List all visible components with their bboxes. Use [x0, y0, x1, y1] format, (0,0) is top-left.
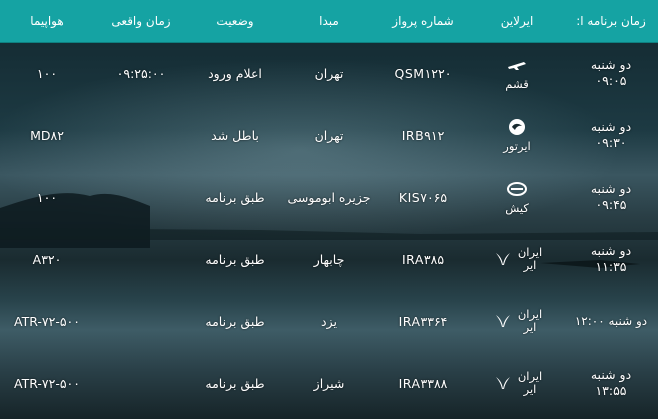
origin: شیراز: [313, 375, 345, 391]
scheduled-time-cell: دو شنبه ۰۹:۰۵: [564, 42, 658, 104]
airline-name: ایرتور: [503, 138, 531, 153]
iran-airtour-logo-icon: [506, 118, 528, 136]
flight-number: IRB۹۱۲: [401, 127, 445, 143]
actual-time: [94, 166, 188, 228]
airline-cell: ایران ایر: [470, 228, 564, 290]
scheduled-day: دو شنبه: [590, 243, 632, 258]
scheduled-time: ۱۱:۳۵: [595, 259, 627, 274]
header-airline[interactable]: ایرلاین: [470, 0, 564, 43]
flight-number: IRA۳۳۸۸: [398, 375, 448, 391]
status: طبق برنامه: [205, 375, 265, 391]
header-flight-number[interactable]: شماره پرواز: [376, 0, 470, 43]
actual-time: [94, 352, 188, 414]
iran-air-logo-icon: [492, 250, 514, 268]
aircraft: ۱۰۰: [36, 65, 58, 81]
actual-time: ۰۹:۲۵:۰۰: [116, 65, 166, 81]
table-row[interactable]: دو شنبه ۰۹:۰۵ قشم QSM۱۲۲۰ تهران اعلام ور…: [0, 42, 658, 104]
flight-number: KIS۷۰۶۵: [398, 189, 448, 205]
scheduled-day: دو شنبه: [590, 181, 632, 196]
flights-table: زمان برنامه ا: ایرلاین شماره پرواز مبدا …: [0, 0, 658, 414]
airline-cell: قشم: [470, 42, 564, 104]
iran-air-logo-icon: [492, 374, 514, 392]
airline-cell: ایرتور: [470, 104, 564, 166]
flight-number: IRA۳۸۵: [401, 251, 445, 267]
airline-name: قشم: [505, 76, 529, 91]
scheduled-time: ۱۳:۵۵: [595, 383, 627, 398]
aircraft: ATR-۷۲-۵۰۰: [14, 313, 80, 329]
status: طبق برنامه: [205, 313, 265, 329]
aircraft: ATR-۷۲-۵۰۰: [14, 375, 80, 391]
table-row[interactable]: دو شنبه ۱۲:۰۰ ایران ایر IRA۳۳۶۴ یزد طبق …: [0, 290, 658, 352]
table-row[interactable]: دو شنبه ۱۳:۵۵ ایران ایر IRA۳۳۸۸ شیراز طب…: [0, 352, 658, 414]
origin: یزد: [321, 313, 337, 329]
scheduled-day: دو شنبه: [590, 119, 632, 134]
scheduled-day-time: دو شنبه ۱۲:۰۰: [574, 314, 648, 328]
actual-time: [94, 290, 188, 352]
scheduled-time-cell: دو شنبه ۱۲:۰۰: [564, 290, 658, 352]
header-aircraft[interactable]: هواپیما: [0, 0, 94, 43]
aircraft: A۳۲۰: [32, 251, 62, 267]
kish-air-logo-icon: [506, 180, 528, 198]
scheduled-time-cell: دو شنبه ۰۹:۴۵: [564, 166, 658, 228]
iran-air-logo-icon: [492, 312, 514, 330]
table-row[interactable]: دو شنبه ۰۹:۳۰ ایرتور IRB۹۱۲ تهران باطل ش…: [0, 104, 658, 166]
actual-time: [94, 104, 188, 166]
qeshm-air-logo-icon: [506, 56, 528, 74]
table-header-row: زمان برنامه ا: ایرلاین شماره پرواز مبدا …: [0, 0, 658, 43]
flight-number: IRA۳۳۶۴: [398, 313, 448, 329]
status: طبق برنامه: [205, 251, 265, 267]
flight-number: QSM۱۲۲۰: [394, 65, 452, 81]
airline-name: کیش: [505, 200, 529, 215]
airline-name-bottom: ایر: [523, 320, 537, 334]
table-row[interactable]: دو شنبه ۰۹:۴۵ کیش KIS۷۰۶۵ جزیره ابوموسی …: [0, 166, 658, 228]
aircraft: MD۸۲: [30, 127, 64, 143]
origin: چابهار: [313, 251, 345, 267]
airline-name-bottom: ایر: [523, 258, 537, 272]
scheduled-time-cell: دو شنبه ۱۱:۳۵: [564, 228, 658, 290]
airline-cell: کیش: [470, 166, 564, 228]
airline-cell: ایران ایر: [470, 352, 564, 414]
origin: تهران: [314, 127, 344, 143]
origin: تهران: [314, 65, 344, 81]
status: طبق برنامه: [205, 189, 265, 205]
scheduled-time-cell: دو شنبه ۰۹:۳۰: [564, 104, 658, 166]
airline-name-bottom: ایر: [523, 382, 537, 396]
scheduled-time: ۰۹:۰۵: [595, 73, 627, 89]
header-origin[interactable]: مبدا: [282, 0, 376, 43]
scheduled-day: دو شنبه: [590, 57, 632, 73]
aircraft: ۱۰۰: [36, 189, 58, 205]
actual-time: [94, 228, 188, 290]
status: اعلام ورود: [208, 65, 262, 81]
header-actual-time[interactable]: زمان واقعی: [94, 0, 188, 43]
status: باطل شد: [211, 127, 259, 143]
table-row[interactable]: دو شنبه ۱۱:۳۵ ایران ایر IRA۳۸۵ چابهار طب…: [0, 228, 658, 290]
origin: جزیره ابوموسی: [287, 189, 371, 205]
scheduled-day: دو شنبه: [590, 367, 632, 382]
scheduled-time-cell: دو شنبه ۱۳:۵۵: [564, 352, 658, 414]
scheduled-time: ۰۹:۳۰: [595, 135, 627, 150]
airline-cell: ایران ایر: [470, 290, 564, 352]
header-scheduled-time[interactable]: زمان برنامه ا:: [564, 0, 658, 43]
header-status[interactable]: وضعیت: [188, 0, 282, 43]
scheduled-time: ۰۹:۴۵: [595, 197, 627, 212]
